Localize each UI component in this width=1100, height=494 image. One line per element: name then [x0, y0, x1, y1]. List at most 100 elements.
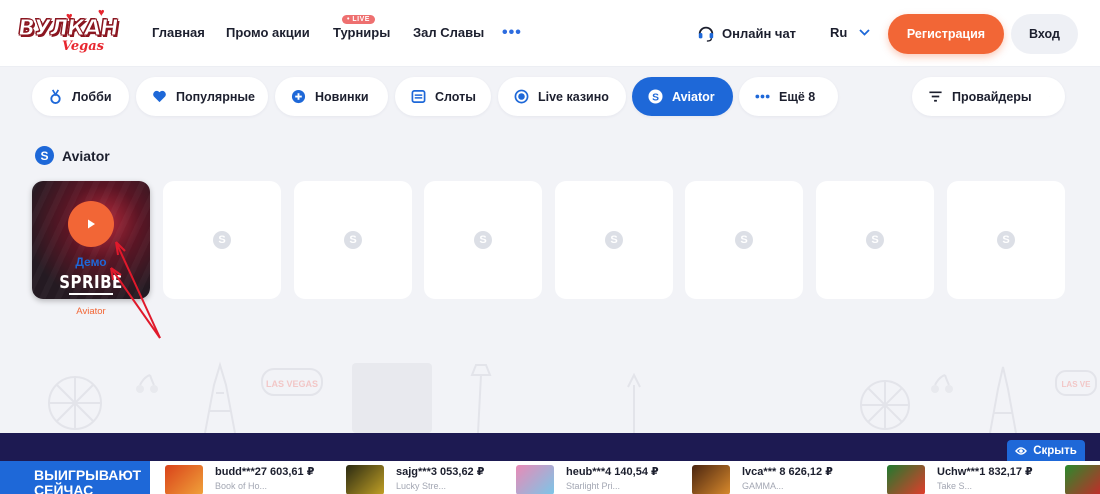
winner-amount: 8 626,12 ₽: [779, 466, 833, 478]
category-live-casino[interactable]: Live казино: [498, 77, 626, 116]
winner-nick: heub***: [566, 466, 606, 478]
spribe-icon: S: [866, 231, 884, 249]
category-label: Лобби: [72, 89, 112, 104]
live-badge: • LIVE: [342, 15, 375, 24]
nav-tournaments[interactable]: Турниры: [333, 25, 390, 40]
filter-icon: [929, 91, 942, 102]
logo-subtext: Vegas: [62, 39, 104, 54]
winner-nick: Uchw***: [937, 466, 980, 478]
nav-hall-of-fame[interactable]: Зал Славы: [413, 25, 484, 40]
provider-logo-text: SPRIBE: [59, 271, 123, 293]
svg-text:S: S: [652, 92, 659, 103]
winner-game: GAMMA...: [742, 481, 784, 491]
winner-nick: lvca***: [742, 466, 777, 478]
category-popular[interactable]: Популярные: [136, 77, 268, 116]
winner-game: Lucky Stre...: [396, 481, 447, 491]
game-card-placeholder: S: [294, 181, 412, 299]
plus-circle-icon: [291, 89, 306, 104]
winner-item[interactable]: heub***4 140,54 ₽ Starlight Pri...: [516, 465, 659, 494]
winner-nick: budd***: [215, 466, 255, 478]
spribe-icon: S: [648, 89, 663, 104]
winner-amount: 4 140,54 ₽: [605, 466, 659, 478]
spribe-icon: S: [35, 146, 54, 165]
chevron-down-icon: [859, 29, 870, 36]
providers-label: Провайдеры: [952, 89, 1032, 104]
las-vegas-skyline-decoration: LAS VEGAS LAS VE: [48, 361, 1097, 433]
spribe-icon: S: [605, 231, 623, 249]
winners-label: ВЫИГРЫВАЮТ СЕЙЧАС: [0, 461, 150, 494]
winner-item[interactable]: budd***27 603,61 ₽ Book of Ho...: [165, 465, 314, 494]
winner-game: Book of Ho...: [215, 481, 268, 491]
section-heading: S Aviator: [35, 146, 110, 165]
category-new[interactable]: Новинки: [275, 77, 388, 116]
winner-item[interactable]: sajg***3 053,62 ₽ Lucky Stre...: [346, 465, 484, 494]
category-label: Новинки: [315, 89, 369, 104]
section-title: Aviator: [62, 147, 110, 164]
spribe-icon: S: [997, 231, 1015, 249]
game-thumbnail: [516, 465, 554, 494]
game-card-placeholder: S: [685, 181, 803, 299]
spribe-icon: S: [735, 231, 753, 249]
more-menu-icon[interactable]: •••: [502, 24, 522, 42]
winners-ticker: ВЫИГРЫВАЮТ СЕЙЧАС budd***27 603,61 ₽ Boo…: [0, 461, 1100, 494]
game-card-placeholder: S: [816, 181, 934, 299]
winner-game: Starlight Pri...: [566, 481, 621, 491]
medal-icon: [50, 89, 61, 104]
hide-winners-button[interactable]: Скрыть: [1007, 440, 1085, 462]
winner-amount: 3 053,62 ₽: [430, 466, 485, 478]
game-thumbnail: [346, 465, 384, 494]
online-chat-button[interactable]: Онлайн чат: [697, 24, 796, 42]
category-label: Популярные: [176, 89, 256, 104]
game-thumbnail: [1065, 465, 1100, 494]
dots-icon: [755, 94, 770, 99]
winner-item[interactable]: Uchw***1 832,17 ₽ Take S...: [887, 465, 1033, 494]
svg-text:LAS VE: LAS VE: [1062, 380, 1092, 389]
game-card-placeholder: S: [163, 181, 281, 299]
category-aviator[interactable]: S Aviator: [632, 77, 733, 116]
provider-logo-underline: [69, 293, 113, 295]
language-selector[interactable]: Ru: [830, 25, 870, 40]
slot-machine-icon: [411, 90, 426, 103]
winner-amount: 1 832,17 ₽: [979, 466, 1033, 478]
language-label: Ru: [830, 25, 848, 40]
winner-item[interactable]: [1065, 465, 1100, 494]
category-label: Live казино: [538, 89, 609, 104]
winner-item[interactable]: lvca*** 8 626,12 ₽ GAMMA...: [692, 465, 833, 494]
category-label: Слоты: [435, 89, 476, 104]
footer-band: [0, 433, 1100, 461]
live-icon: [514, 89, 529, 104]
top-header: ♥ ♥ ВУЛКАН Vegas Главная Промо акции • L…: [0, 0, 1100, 67]
game-card-placeholder: S: [555, 181, 673, 299]
spribe-icon: S: [213, 231, 231, 249]
category-slots[interactable]: Слоты: [395, 77, 491, 116]
category-label: Ещё 8: [779, 89, 816, 104]
game-card-placeholder: S: [424, 181, 542, 299]
spribe-icon: S: [474, 231, 492, 249]
login-button[interactable]: Вход: [1011, 14, 1078, 54]
logo-text: ВУЛКАН: [16, 16, 120, 42]
spribe-icon: S: [344, 231, 362, 249]
demo-link[interactable]: Демо: [32, 255, 150, 269]
svg-text:LAS VEGAS: LAS VEGAS: [266, 379, 318, 389]
category-more[interactable]: Ещё 8: [739, 77, 838, 116]
winner-game: Take S...: [937, 481, 973, 491]
play-button[interactable]: [68, 201, 114, 247]
game-thumbnail: [692, 465, 730, 494]
eye-icon: [1015, 447, 1028, 455]
game-thumbnail: [887, 465, 925, 494]
winner-nick: sajg***: [396, 466, 431, 478]
game-thumbnail: [165, 465, 203, 494]
category-lobby[interactable]: Лобби: [32, 77, 129, 116]
providers-filter[interactable]: Провайдеры: [912, 77, 1065, 116]
online-chat-label: Онлайн чат: [722, 25, 797, 41]
site-logo[interactable]: ♥ ♥ ВУЛКАН Vegas: [16, 8, 120, 60]
register-button[interactable]: Регистрация: [888, 14, 1004, 54]
game-card-aviator[interactable]: Демо SPRIBE: [32, 181, 150, 299]
nav-promo[interactable]: Промо акции: [226, 25, 310, 40]
heart-icon: [153, 90, 166, 103]
winner-amount: 27 603,61 ₽: [254, 466, 315, 478]
game-title[interactable]: Aviator: [32, 306, 150, 317]
hide-label: Скрыть: [1033, 445, 1077, 457]
headset-icon: [698, 26, 714, 42]
nav-home[interactable]: Главная: [152, 25, 205, 40]
